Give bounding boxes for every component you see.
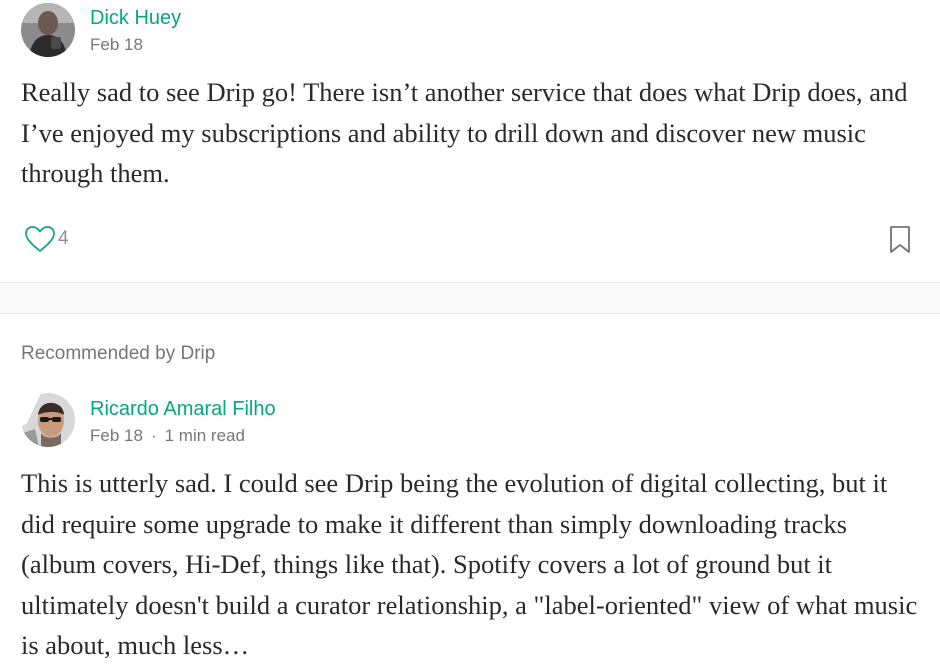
- bookmark-button[interactable]: [887, 224, 913, 256]
- section-divider: [0, 283, 940, 314]
- read-time: 1 min read: [164, 426, 245, 445]
- date-text[interactable]: Feb 18: [90, 426, 143, 445]
- response-body[interactable]: This is utterly sad. I could see Drip be…: [21, 463, 921, 666]
- recommended-card: Recommended by Drip Ricardo Amaral Filho…: [0, 314, 940, 670]
- date-text[interactable]: Feb 18: [90, 35, 143, 54]
- like-button[interactable]: [24, 224, 56, 256]
- like-count[interactable]: 4: [58, 227, 69, 251]
- meta-separator: ·: [150, 426, 157, 445]
- author-name[interactable]: Dick Huey: [90, 6, 181, 30]
- author-name[interactable]: Ricardo Amaral Filho: [90, 397, 276, 421]
- avatar-image: [21, 393, 75, 447]
- avatar[interactable]: [21, 393, 75, 447]
- bookmark-outline-icon: [890, 226, 910, 253]
- heart-outline-icon: [25, 226, 55, 252]
- avatar[interactable]: [21, 3, 75, 57]
- recommended-label: Recommended by Drip: [21, 343, 216, 364]
- response-card: Dick Huey Feb 18 Really sad to see Drip …: [0, 0, 940, 283]
- response-body[interactable]: Really sad to see Drip go! There isn’t a…: [21, 72, 921, 194]
- avatar-image: [21, 3, 75, 57]
- post-date: Feb 18: [90, 35, 143, 55]
- post-meta: Feb 18 · 1 min read: [90, 426, 245, 446]
